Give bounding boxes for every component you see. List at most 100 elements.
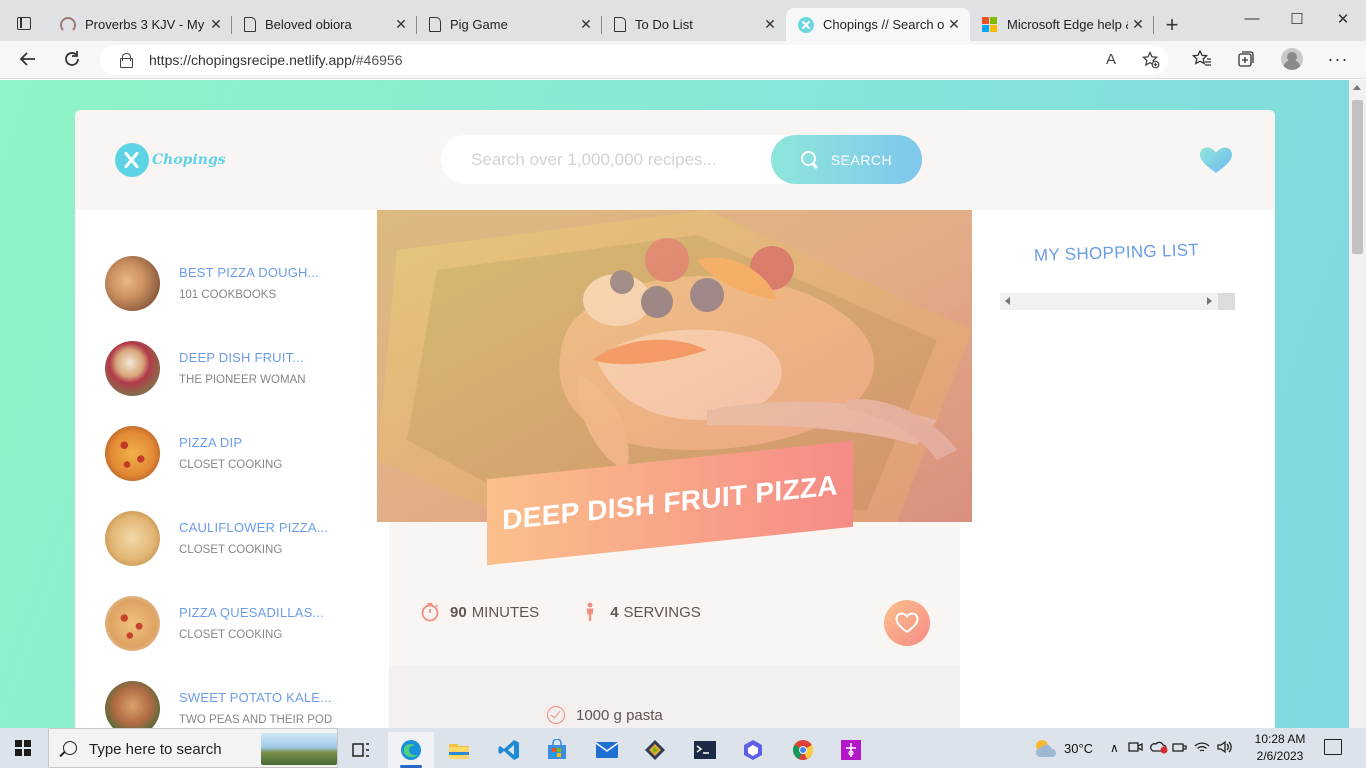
list-item[interactable]: CAULIFLOWER PIZZA... CLOSET COOKING [105,510,365,566]
result-publisher: CLOSET COOKING [179,544,283,556]
tab-actions-icon[interactable] [10,10,38,38]
network-icon[interactable] [1172,740,1194,757]
stopwatch-icon [420,602,440,622]
recipe-gutter-right [960,522,972,728]
rope-icon [60,16,76,33]
bing-app-icon[interactable] [730,732,776,768]
task-view-icon[interactable] [338,732,384,768]
favorites-icon[interactable] [1190,49,1214,74]
close-tab-icon[interactable]: ✕ [391,16,411,33]
refresh-icon[interactable] [61,49,83,71]
recipe-title: DEEP DISH FRUIT PIZZA [502,469,838,536]
tab-beloved-obiora[interactable]: Beloved obiora ✕ [232,8,417,41]
mail-icon[interactable] [584,732,630,768]
notification-icon[interactable] [1324,739,1342,755]
scroll-right-icon[interactable] [1207,297,1212,305]
onedrive-error-icon[interactable] [1150,740,1172,757]
microsoft-icon [982,16,998,33]
results-list: BEST PIZZA DOUGH... 101 COOKBOOKS DEEP DI… [75,210,377,728]
url-field[interactable]: https://chopingsrecipe.netlify.app/#4695… [100,45,1168,75]
list-item[interactable]: PIZZA DIP CLOSET COOKING [105,425,365,481]
volume-icon[interactable] [1216,740,1238,757]
search-icon [63,741,77,755]
document-icon [614,17,626,32]
ingredient-unit: g [613,706,622,724]
new-tab-button[interactable]: + [1160,12,1184,38]
terminal-icon[interactable] [682,732,728,768]
back-arrow-icon[interactable] [17,49,39,71]
git-tool-icon[interactable] [632,732,678,768]
search-input[interactable] [471,135,761,184]
meet-now-icon[interactable] [1128,740,1150,757]
shopping-list-scrollbar[interactable] [1000,293,1235,310]
profile-avatar[interactable] [1281,48,1303,70]
chevron-up-icon[interactable]: ∧ [1110,741,1124,755]
logo[interactable]: Chopings [115,143,226,177]
snipping-tool-icon[interactable] [828,732,874,768]
check-icon [547,706,565,724]
page-viewport: Chopings SEARCH BEST PIZZA DOUGH... 101 C… [0,80,1349,728]
search-button[interactable]: SEARCH [771,135,922,184]
tab-to-do-list[interactable]: To Do List ✕ [602,8,786,41]
vscode-icon[interactable] [486,732,532,768]
page-scrollbar[interactable] [1349,80,1366,728]
tab-title: Proverbs 3 KJV - My sc [85,17,206,32]
file-explorer-icon[interactable] [436,732,482,768]
collections-icon[interactable] [1234,49,1258,74]
list-item[interactable]: BEST PIZZA DOUGH... 101 COOKBOOKS [105,255,365,311]
result-title: DEEP DISH FRUIT... [179,350,304,365]
weather-widget[interactable]: 30°C [1032,728,1093,768]
list-item[interactable]: DEEP DISH FRUIT... THE PIONEER WOMAN [105,340,365,396]
url-host: https://chopingsrecipe.netlify.app/ [149,52,356,68]
close-tab-icon[interactable]: ✕ [206,16,226,33]
list-item[interactable]: PIZZA QUESADILLAS... CLOSET COOKING [105,595,365,651]
add-favorite-icon[interactable] [1141,50,1160,73]
scroll-up-icon[interactable] [1353,85,1361,90]
close-tab-icon[interactable]: ✕ [576,16,596,33]
tab-pig-game[interactable]: Pig Game ✕ [417,8,602,41]
document-icon [244,17,256,32]
document-icon [429,17,441,32]
search-form: SEARCH [441,135,922,184]
windows-start-icon[interactable] [15,740,31,756]
close-tab-icon[interactable]: ✕ [1128,16,1148,33]
scrollbar-thumb[interactable] [1352,100,1363,254]
system-tray-icons: ∧ [1110,728,1238,768]
likes-heart-icon[interactable] [1199,146,1233,174]
url-text: https://chopingsrecipe.netlify.app/#4695… [149,52,402,68]
lock-icon[interactable] [120,53,133,68]
tab-microsoft-edge-help[interactable]: Microsoft Edge help & ✕ [970,8,1154,41]
minimize-button[interactable]: — [1242,10,1262,27]
more-options-icon[interactable]: ··· [1326,49,1350,70]
shopping-list-title: MY SHOPPING LIST [1033,240,1200,265]
recipe-thumbnail [105,425,160,481]
servings-label: SERVINGS [623,603,701,621]
windows-taskbar: Type here to search 30°C ∧ 10:28 AM 2/6/… [0,728,1366,768]
tab-proverbs[interactable]: Proverbs 3 KJV - My sc ✕ [48,8,232,41]
maximize-button[interactable]: ☐ [1287,10,1307,28]
tab-title: Beloved obiora [265,17,352,32]
read-aloud-icon[interactable]: A [1106,51,1116,68]
close-window-button[interactable]: ✕ [1333,10,1353,28]
person-icon [580,602,600,622]
taskbar-search-box[interactable]: Type here to search [48,728,338,768]
wifi-icon[interactable] [1194,740,1216,757]
weather-cloud-icon [1035,740,1056,757]
list-item[interactable]: SWEET POTATO KALE... TWO PEAS AND THEIR P… [105,680,365,728]
tab-chopings[interactable]: Chopings // Search ov ✕ [786,8,970,41]
edge-icon[interactable] [388,732,434,768]
chrome-icon[interactable] [780,732,826,768]
ingredient-amount: 1000 [576,706,610,724]
like-recipe-button[interactable] [884,600,930,646]
microsoft-store-icon[interactable] [534,732,580,768]
system-clock[interactable]: 10:28 AM 2/6/2023 [1250,731,1310,765]
close-tab-icon[interactable]: ✕ [944,16,964,33]
result-title: CAULIFLOWER PIZZA... [179,520,329,535]
url-hash: #46956 [355,52,403,68]
recipe-gutter-left [377,522,389,728]
scroll-left-icon[interactable] [1005,297,1010,305]
logo-text: Chopings [152,152,226,168]
close-tab-icon[interactable]: ✕ [760,16,780,33]
tab-title: To Do List [635,17,693,32]
result-publisher: 101 COOKBOOKS [179,289,277,301]
